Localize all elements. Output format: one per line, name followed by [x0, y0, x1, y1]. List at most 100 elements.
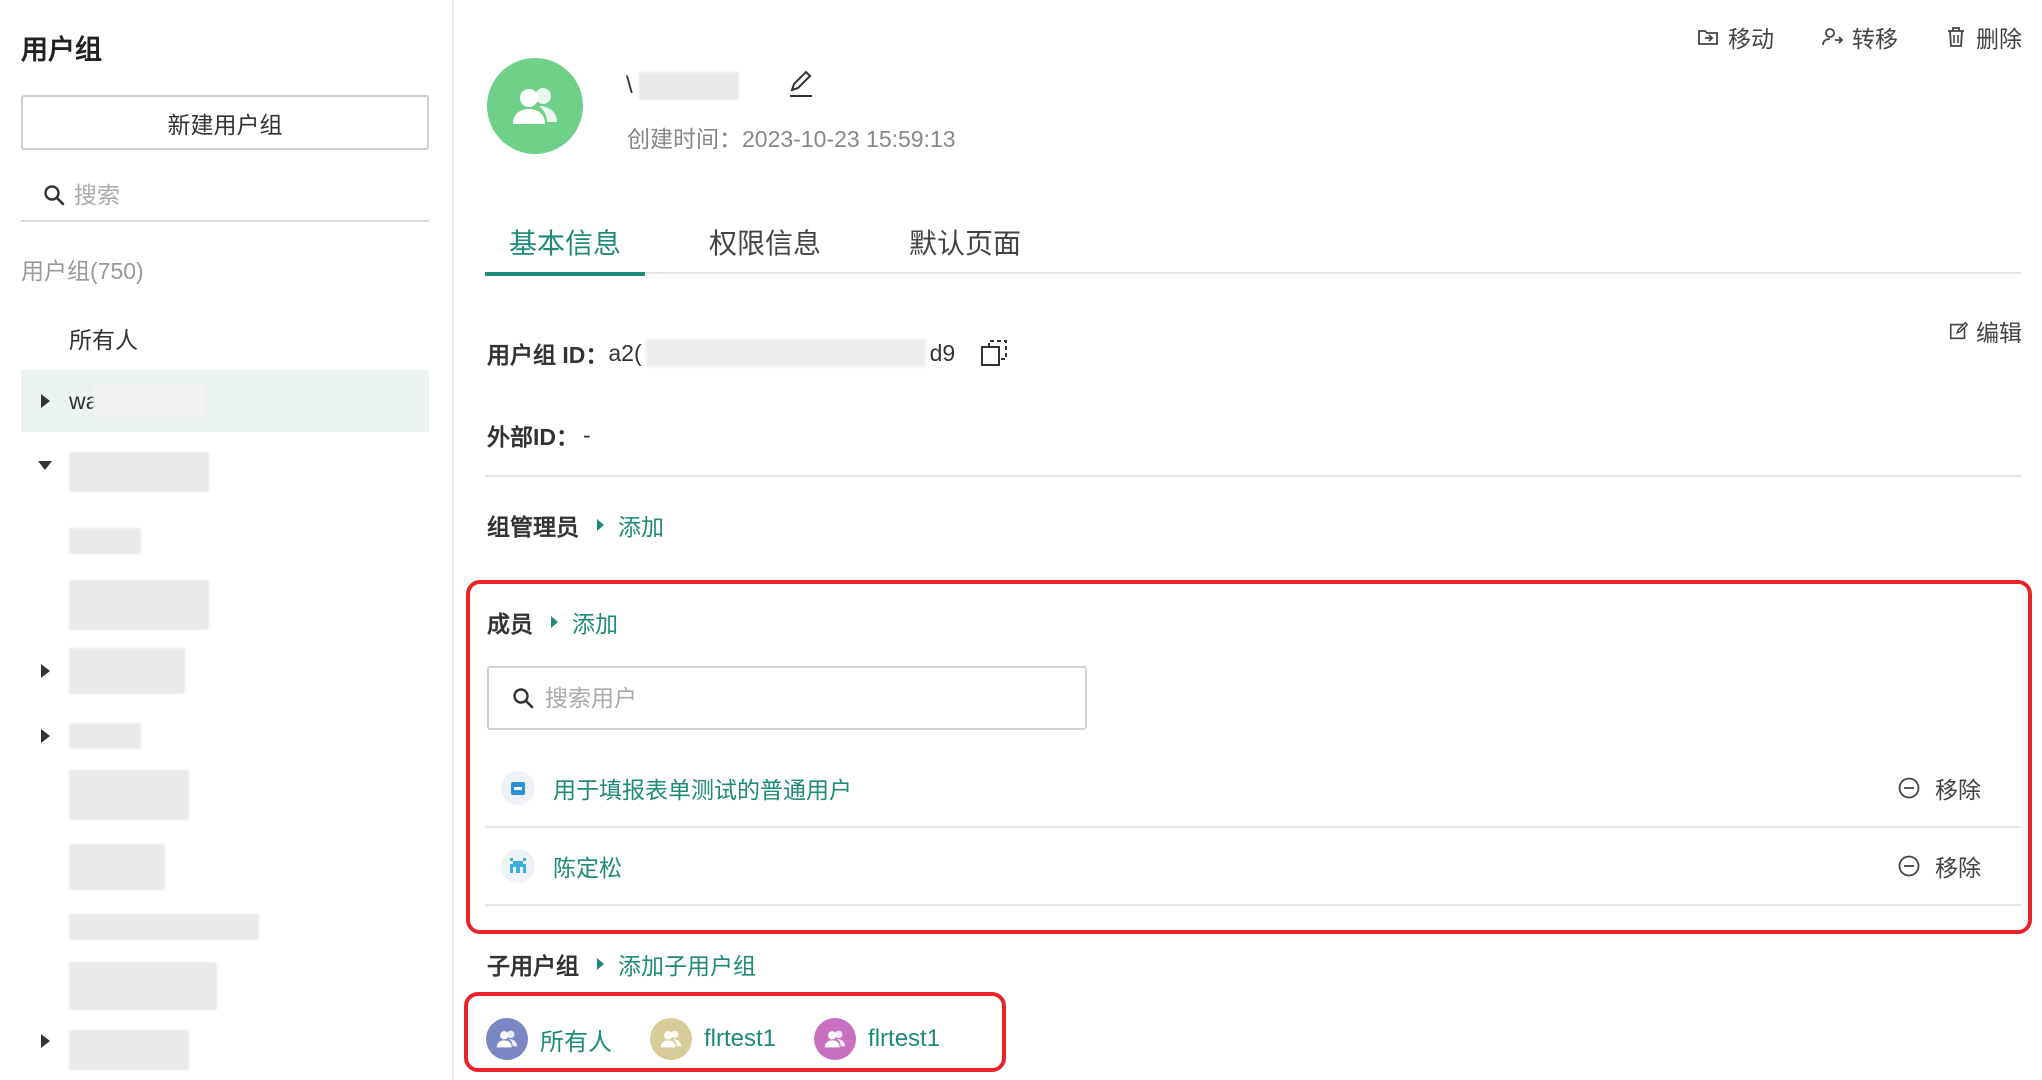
redacted-text — [69, 723, 141, 749]
redacted-text — [69, 914, 259, 940]
section-divider — [485, 475, 2021, 477]
redacted-text — [69, 452, 209, 492]
admins-title: 组管理员 — [487, 514, 579, 540]
sidebar-search — [21, 170, 429, 222]
tab-basic-info[interactable]: 基本信息 — [485, 210, 646, 276]
created-label: 创建时间： — [627, 126, 742, 152]
delete-label: 删除 — [1976, 26, 2022, 52]
caret-right-icon — [597, 958, 604, 970]
redacted-text — [69, 844, 165, 890]
sidebar: 用户组 新建用户组 用户组(750) 所有人 wa — [0, 0, 454, 1080]
redacted-text — [93, 384, 205, 418]
add-member-link[interactable]: 添加 — [572, 605, 618, 639]
group-count: 用户组(750) — [21, 258, 144, 284]
user-group-icon — [814, 1018, 857, 1060]
redacted-text — [69, 962, 217, 1010]
member-search-input[interactable] — [545, 684, 1065, 712]
tab-permissions[interactable]: 权限信息 — [685, 210, 845, 274]
sidebar-item-redacted[interactable] — [21, 510, 429, 572]
tab-bar: 基本信息 权限信息 默认页面 — [485, 210, 2021, 276]
expand-caret-icon[interactable] — [41, 394, 50, 408]
minus-circle-icon — [1898, 855, 1920, 877]
collapse-caret-icon[interactable] — [38, 460, 52, 470]
member-row: 用于填报表单测试的普通用户 移除 — [485, 750, 2021, 828]
admins-section: 组管理员 添加 — [487, 508, 664, 542]
remove-member-button[interactable]: 移除 — [1897, 771, 1981, 805]
subgroup-chip[interactable]: 所有人 — [486, 1018, 612, 1060]
user-transfer-icon — [1822, 28, 1844, 46]
external-id-label: 外部ID： — [487, 424, 579, 450]
search-icon — [44, 185, 65, 206]
tab-default-page[interactable]: 默认页面 — [885, 210, 1045, 274]
add-subgroup-link[interactable]: 添加子用户组 — [618, 947, 756, 981]
new-group-button[interactable]: 新建用户组 — [21, 95, 429, 150]
created-value: 2023-10-23 15:59:13 — [742, 126, 956, 152]
redacted-text — [69, 1030, 189, 1070]
sidebar-item-redacted[interactable] — [21, 1010, 429, 1072]
edit-button[interactable]: 编辑 — [1948, 314, 2022, 348]
sidebar-item-redacted[interactable] — [21, 574, 429, 636]
main-panel: 移动 转移 删除 \ 创建时间：2023-10-23 15:59:13 基本信息… — [456, 0, 2042, 1080]
member-search — [487, 666, 1087, 730]
sidebar-item-redacted[interactable] — [21, 838, 429, 900]
search-icon — [513, 688, 534, 709]
sidebar-search-input[interactable] — [74, 181, 404, 209]
member-name[interactable]: 用于填报表单测试的普通用户 — [553, 771, 852, 805]
created-time: 创建时间：2023-10-23 15:59:13 — [627, 120, 956, 154]
group-id-value: a2( d9 — [608, 339, 955, 367]
sidebar-item-redacted[interactable] — [21, 434, 429, 496]
sidebar-item-redacted[interactable] — [21, 640, 429, 702]
group-name-text: \ — [626, 72, 633, 99]
top-actions: 移动 转移 删除 — [1696, 20, 2022, 54]
redacted-text — [69, 580, 209, 630]
group-id-field: 用户组 ID： a2( d9 — [487, 336, 1009, 370]
pencil-icon[interactable] — [784, 68, 816, 100]
subgroup-name: flrtest1 — [868, 1025, 941, 1052]
group-id-end: d9 — [929, 339, 956, 366]
group-id-label: 用户组 ID： — [487, 342, 609, 368]
expand-caret-icon[interactable] — [41, 1034, 50, 1048]
robot-icon — [501, 771, 535, 805]
user-group-icon — [513, 88, 557, 124]
redacted-text — [638, 72, 739, 100]
user-group-icon — [650, 1018, 692, 1060]
group-name: \ — [626, 70, 746, 102]
sidebar-item-redacted[interactable] — [21, 904, 429, 966]
sidebar-title: 用户组 — [21, 35, 102, 65]
redacted-text — [645, 339, 926, 367]
subgroup-name: 所有人 — [540, 1028, 612, 1056]
sidebar-item-label: 所有人 — [69, 327, 138, 353]
add-admin-link[interactable]: 添加 — [618, 508, 664, 542]
edit-icon — [1949, 321, 1969, 340]
external-id-value: - — [583, 421, 591, 448]
expand-caret-icon[interactable] — [41, 664, 50, 678]
subgroup-chip[interactable]: flrtest1 — [814, 1018, 940, 1060]
subgroups-section: 子用户组 添加子用户组 — [487, 947, 756, 981]
sidebar-item-redacted[interactable] — [21, 705, 429, 767]
transfer-button[interactable]: 转移 — [1820, 20, 1898, 54]
expand-caret-icon[interactable] — [41, 729, 50, 743]
edit-label: 编辑 — [1976, 320, 2022, 346]
members-section: 成员 添加 — [487, 605, 618, 639]
transfer-label: 转移 — [1852, 26, 1898, 52]
redacted-text — [69, 770, 189, 820]
remove-member-button[interactable]: 移除 — [1897, 849, 1981, 883]
folder-move-icon — [1698, 30, 1718, 45]
caret-right-icon — [551, 616, 558, 628]
sidebar-item-redacted[interactable] — [21, 770, 429, 832]
sidebar-item-everyone[interactable]: 所有人 — [21, 307, 429, 369]
subgroup-chip[interactable]: flrtest1 — [650, 1018, 776, 1060]
subgroup-list: 所有人 flrtest1 flrtest1 — [486, 1018, 940, 1060]
move-button[interactable]: 移动 — [1696, 20, 1774, 54]
caret-right-icon — [597, 519, 604, 531]
copy-icon[interactable] — [979, 338, 1009, 368]
minus-circle-icon — [1898, 777, 1920, 799]
group-avatar — [487, 58, 583, 154]
sidebar-item-selected[interactable]: wa — [21, 370, 429, 432]
remove-label: 移除 — [1935, 777, 1981, 803]
delete-button[interactable]: 删除 — [1944, 20, 2022, 54]
redacted-text — [69, 528, 141, 554]
subgroup-name: flrtest1 — [704, 1025, 777, 1052]
members-title: 成员 — [487, 611, 533, 637]
member-name[interactable]: 陈定松 — [553, 849, 622, 883]
